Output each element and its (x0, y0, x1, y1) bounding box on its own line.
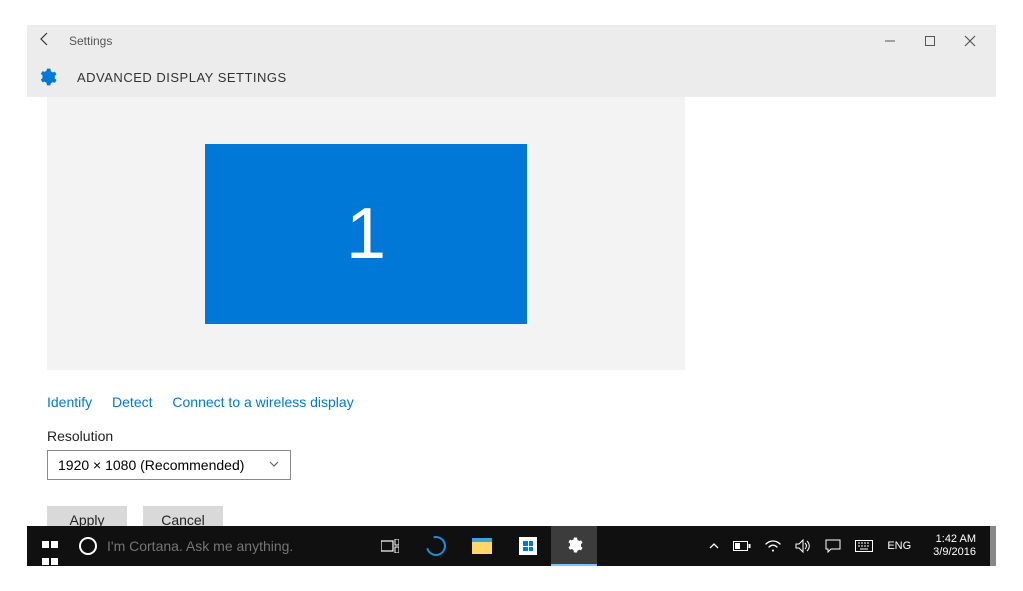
resolution-select[interactable]: 1920 × 1080 (Recommended) (47, 450, 291, 480)
battery-icon (733, 541, 751, 551)
edge-icon (422, 532, 449, 559)
resolution-label: Resolution (47, 428, 996, 444)
action-center-tray[interactable] (825, 539, 841, 553)
file-explorer-taskbar-button[interactable] (459, 526, 505, 566)
wifi-icon (765, 540, 781, 552)
monitor-label: 1 (346, 193, 386, 275)
show-desktop-button[interactable] (990, 526, 996, 566)
tray-chevron-up[interactable] (709, 541, 719, 551)
maximize-button[interactable] (910, 25, 950, 57)
cortana-input[interactable] (107, 538, 347, 554)
volume-status[interactable] (795, 539, 811, 553)
settings-window: Settings ADVANCED DISPLAY SETTINGS 1 (27, 25, 996, 527)
cortana-icon (79, 537, 97, 555)
identify-link[interactable]: Identify (47, 394, 92, 410)
window-title: Settings (69, 34, 112, 48)
store-taskbar-button[interactable] (505, 526, 551, 566)
start-button[interactable] (27, 526, 73, 566)
keyboard-tray[interactable] (855, 540, 873, 552)
monitor-1[interactable]: 1 (205, 144, 527, 324)
task-view-icon (381, 539, 399, 553)
taskbar: ENG 1:42 AM 3/9/2016 (27, 526, 996, 566)
gear-icon (37, 67, 57, 87)
titlebar: Settings (27, 25, 996, 57)
clock-time: 1:42 AM (933, 533, 976, 546)
resolution-value: 1920 × 1080 (Recommended) (58, 457, 244, 473)
chevron-down-icon (268, 457, 280, 473)
battery-status[interactable] (733, 541, 751, 551)
windows-logo-icon (42, 538, 58, 554)
back-button[interactable] (33, 31, 57, 52)
task-view-button[interactable] (367, 526, 413, 566)
display-links: Identify Detect Connect to a wireless di… (47, 382, 996, 428)
detect-link[interactable]: Detect (112, 394, 152, 410)
keyboard-icon (855, 540, 873, 552)
clock[interactable]: 1:42 AM 3/9/2016 (925, 533, 984, 559)
chevron-up-icon (709, 541, 719, 551)
settings-taskbar-button[interactable] (551, 526, 597, 566)
cortana-search[interactable] (73, 526, 367, 566)
gear-icon (565, 536, 583, 554)
system-tray: ENG 1:42 AM 3/9/2016 (703, 526, 990, 566)
page-title: ADVANCED DISPLAY SETTINGS (77, 70, 287, 85)
folder-icon (472, 538, 492, 554)
clock-date: 3/9/2016 (933, 546, 976, 559)
close-button[interactable] (950, 25, 990, 57)
edge-taskbar-button[interactable] (413, 526, 459, 566)
wifi-status[interactable] (765, 540, 781, 552)
monitor-preview-area: 1 (47, 97, 685, 370)
connect-wireless-display-link[interactable]: Connect to a wireless display (172, 394, 353, 410)
action-center-icon (825, 539, 841, 553)
speaker-icon (795, 539, 811, 553)
store-icon (519, 537, 537, 555)
language-indicator[interactable]: ENG (887, 540, 911, 552)
minimize-button[interactable] (870, 25, 910, 57)
window-controls (870, 25, 990, 57)
page-header: ADVANCED DISPLAY SETTINGS (27, 57, 996, 97)
